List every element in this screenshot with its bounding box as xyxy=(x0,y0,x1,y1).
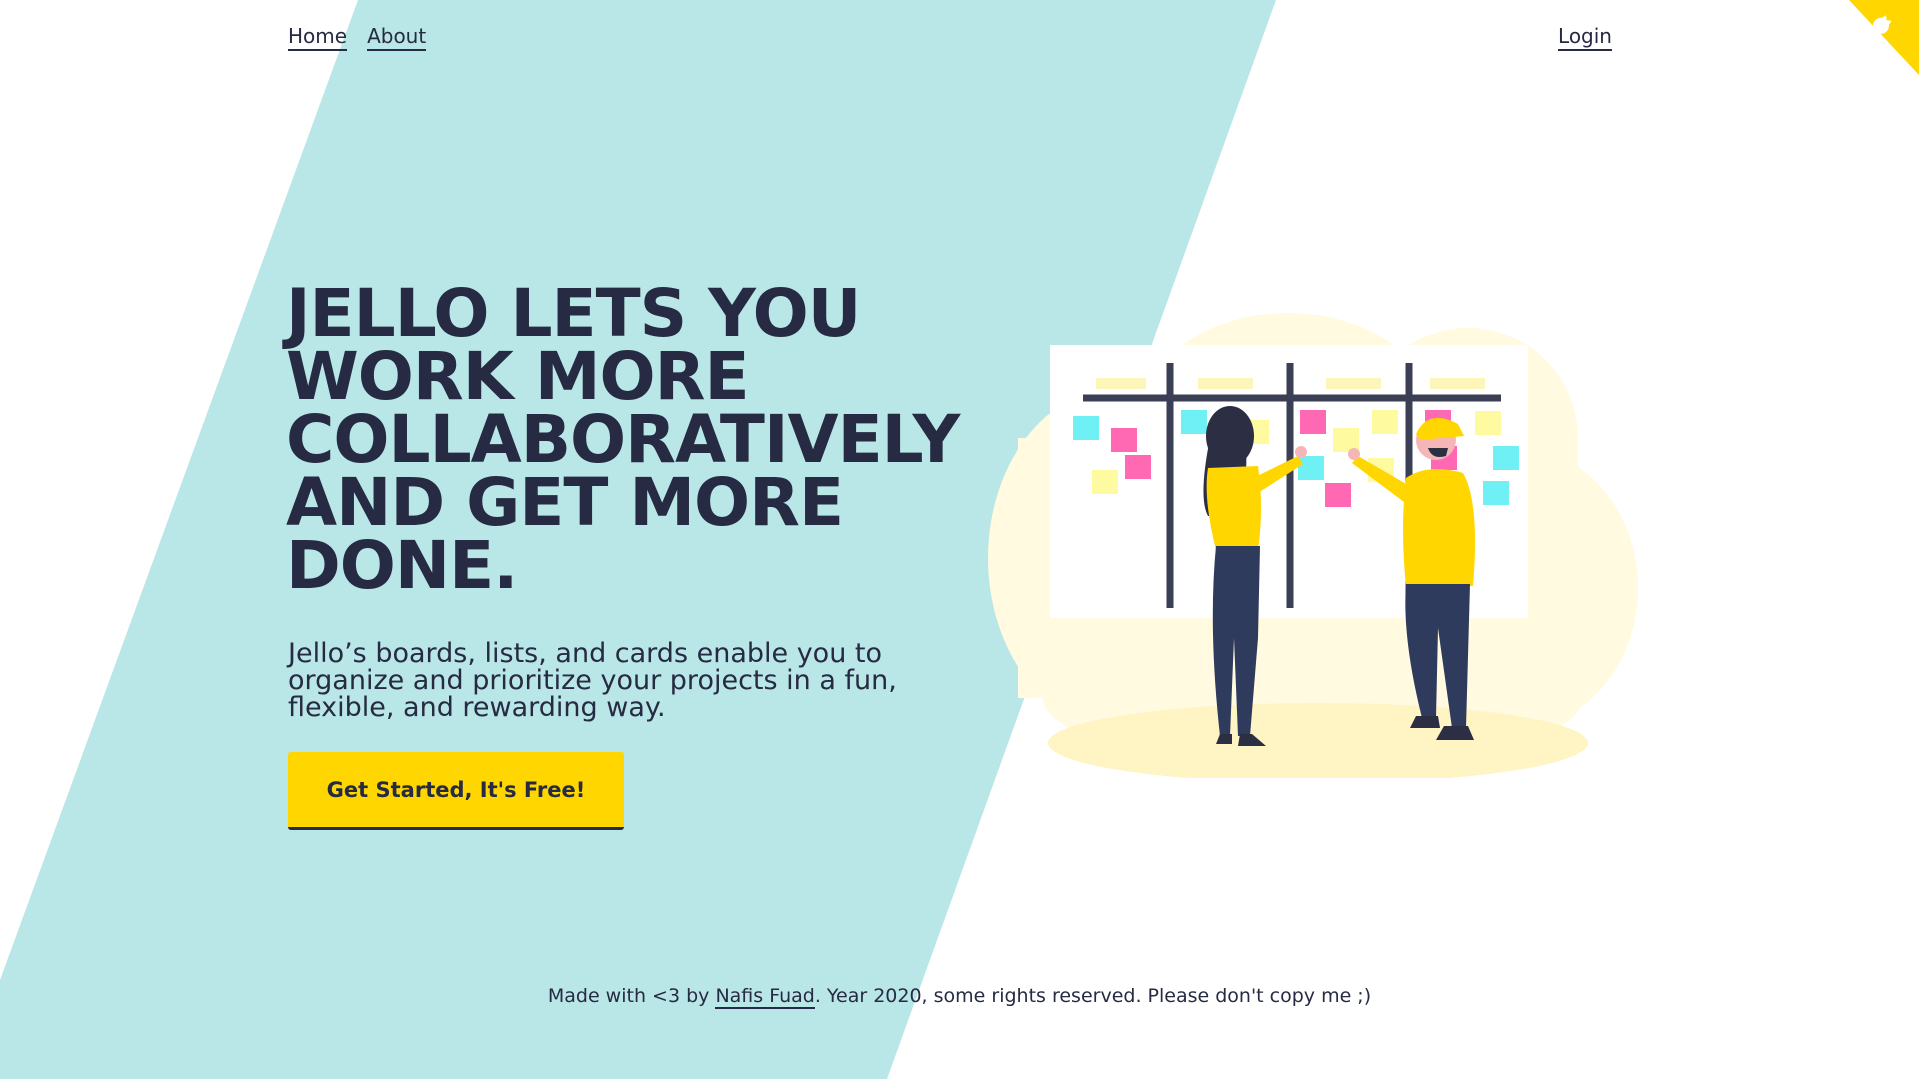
author-link[interactable]: Nafis Fuad xyxy=(715,985,815,1009)
hero-description: Jello’s boards, lists, and cards enable … xyxy=(288,638,897,723)
footer-suffix: . Year 2020, some rights reserved. Pleas… xyxy=(814,985,1372,1007)
corner-ribbon xyxy=(1849,0,1919,75)
landing-page: Home About Login JELLO LETS YOU WORK MOR… xyxy=(0,0,1919,1079)
hero-title: JELLO LETS YOU WORK MORE COLLABORATIVELY… xyxy=(286,275,960,604)
footer: Made with <3 by Nafis Fuad. Year 2020, s… xyxy=(0,985,1919,1009)
nav-about-link[interactable]: About xyxy=(367,24,427,51)
team-kanban-illustration xyxy=(988,313,1638,778)
github-corner[interactable] xyxy=(1829,0,1919,90)
login-link[interactable]: Login xyxy=(1558,24,1612,51)
get-started-button[interactable]: Get Started, It's Free! xyxy=(288,752,624,830)
auth-nav: Login xyxy=(1558,24,1612,51)
nav-home-link[interactable]: Home xyxy=(288,24,348,51)
footer-prefix: Made with <3 by xyxy=(547,985,716,1007)
main-nav: Home About xyxy=(288,24,427,51)
